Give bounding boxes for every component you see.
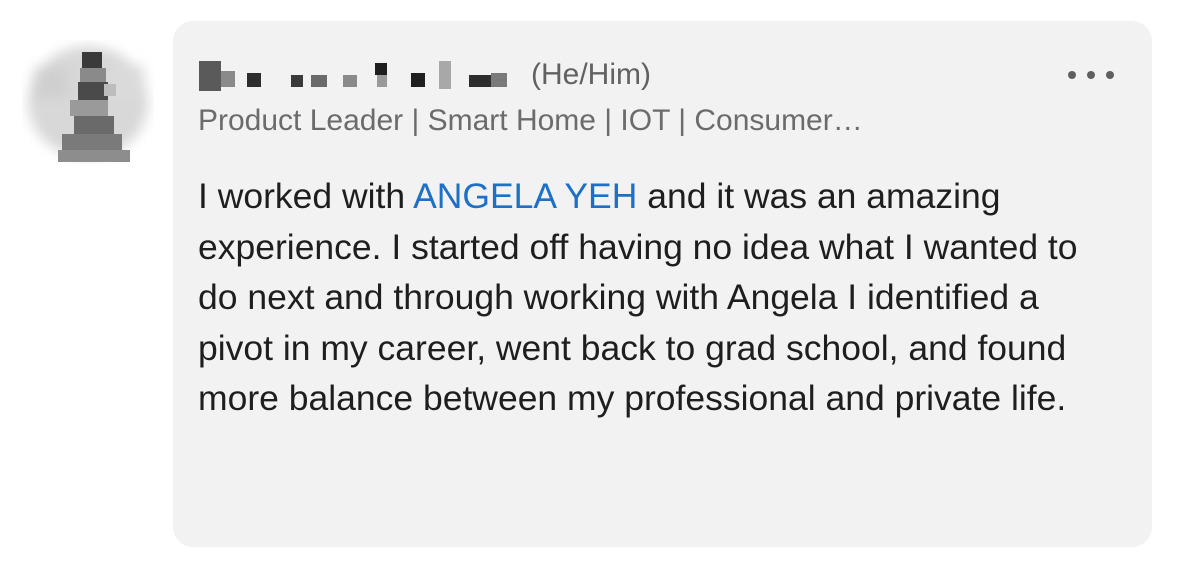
author-row: (He/Him) bbox=[199, 57, 651, 93]
author-headline: Product Leader | Smart Home | IOT | Cons… bbox=[198, 104, 863, 137]
comment-card: (He/Him) Product Leader | Smart Home | I… bbox=[0, 0, 1179, 570]
more-options-button[interactable] bbox=[1068, 65, 1114, 85]
redacted-author-name[interactable] bbox=[199, 57, 521, 93]
comment-text-before: I worked with bbox=[198, 176, 414, 216]
mention-link[interactable]: ANGELA YEH bbox=[413, 176, 637, 216]
author-pronouns: (He/Him) bbox=[531, 58, 651, 91]
more-horizontal-icon bbox=[1068, 71, 1076, 79]
avatar[interactable] bbox=[22, 40, 154, 164]
comment-bubble: (He/Him) Product Leader | Smart Home | I… bbox=[173, 21, 1152, 547]
comment-text: I worked with ANGELA YEH and it was an a… bbox=[198, 171, 1098, 424]
